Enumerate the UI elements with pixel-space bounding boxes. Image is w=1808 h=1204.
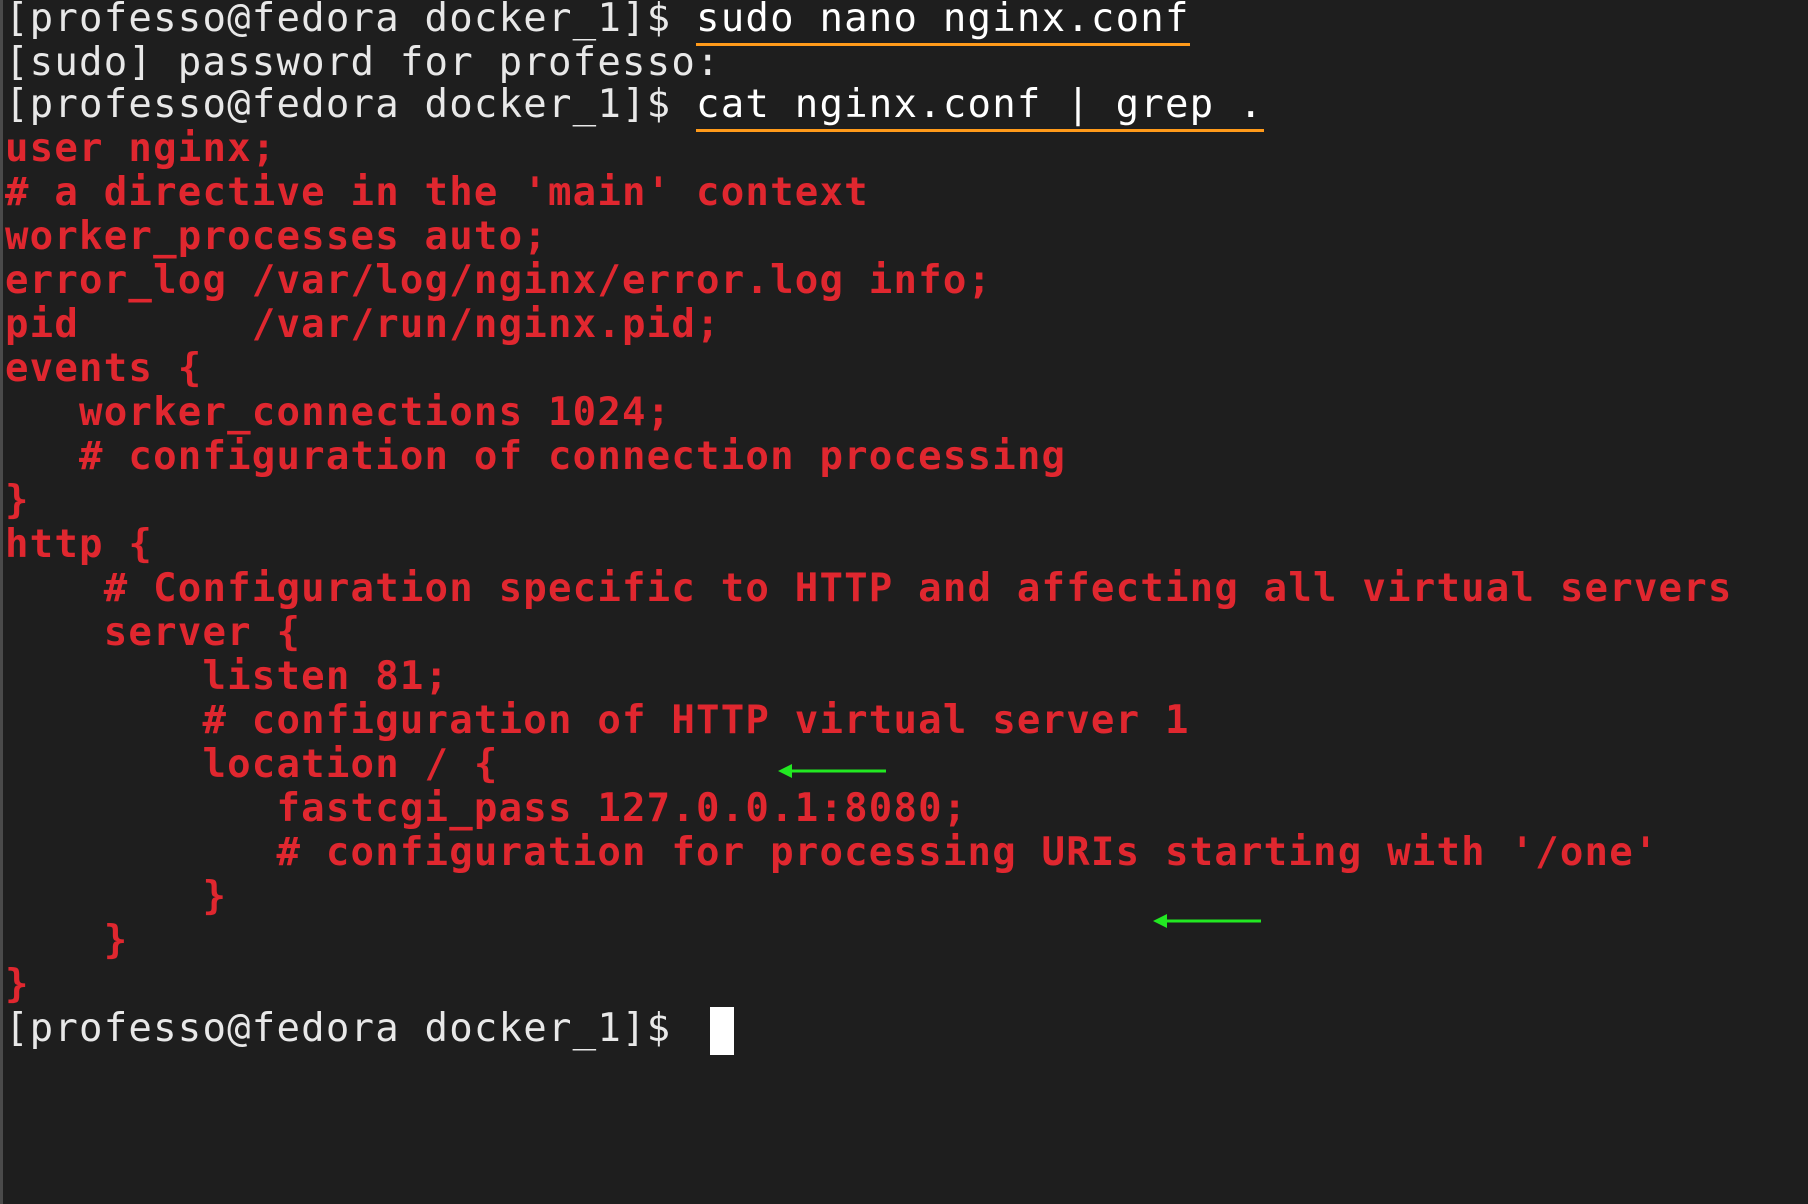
shell-command: cat nginx.conf | grep .: [696, 82, 1264, 132]
config-line: }: [5, 874, 228, 919]
config-line: location / {: [5, 742, 499, 787]
config-line: # a directive in the 'main' context: [5, 170, 869, 215]
config-line: worker_connections 1024;: [5, 390, 672, 435]
config-line: # Configuration specific to HTTP and aff…: [5, 566, 1733, 611]
terminal-line: [professo@fedora docker_1]$: [5, 1004, 735, 1055]
config-line: }: [5, 962, 30, 1007]
config-line: listen 81;: [5, 654, 450, 699]
config-line: events {: [5, 346, 203, 391]
config-line: }: [5, 478, 30, 523]
config-line: }: [5, 918, 129, 963]
config-line: server {: [5, 610, 302, 655]
config-line: fastcgi_pass 127.0.0.1:8080;: [5, 786, 968, 831]
text-cursor[interactable]: [710, 1006, 735, 1055]
config-line: pid /var/run/nginx.pid;: [5, 302, 721, 347]
arrow-icon: [1153, 914, 1261, 928]
shell-prompt: [professo@fedora docker_1]$: [5, 82, 697, 127]
terminal-window[interactable]: [professo@fedora docker_1]$ sudo nano ng…: [0, 0, 1808, 1204]
terminal-line: [professo@fedora docker_1]$ cat nginx.co…: [5, 80, 1264, 132]
config-line: # configuration of connection processing: [5, 434, 1067, 479]
config-line: worker_processes auto;: [5, 214, 548, 259]
config-line: # configuration for processing URIs star…: [5, 830, 1659, 875]
arrow-icon: [778, 764, 886, 778]
shell-command: sudo nano nginx.conf: [696, 0, 1190, 46]
config-line: # configuration of HTTP virtual server 1: [5, 698, 1190, 743]
config-line: http {: [5, 522, 154, 567]
shell-prompt: [professo@fedora docker_1]$: [5, 0, 697, 41]
config-line: user nginx;: [5, 126, 277, 171]
shell-prompt: [professo@fedora docker_1]$: [5, 1006, 697, 1051]
config-line: error_log /var/log/nginx/error.log info;: [5, 258, 993, 303]
